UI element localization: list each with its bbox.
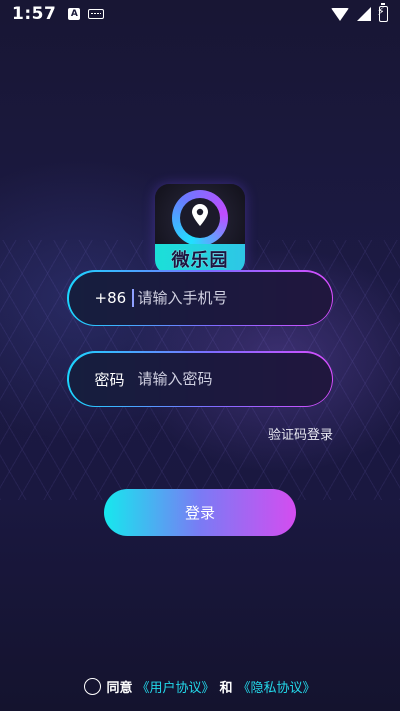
logo-text: 微乐园: [171, 250, 229, 271]
location-pin-icon: [192, 204, 208, 226]
notification-a-icon: A: [68, 8, 81, 20]
cell-signal-icon: [357, 7, 371, 21]
status-time: 1:57: [12, 4, 57, 24]
phone-input[interactable]: [137, 283, 332, 313]
user-agreement-link[interactable]: 《用户协议》: [136, 677, 214, 696]
wifi-icon: [331, 7, 349, 21]
agree-text: 同意: [106, 680, 133, 696]
agree-radio[interactable]: [84, 677, 102, 695]
privacy-policy-link[interactable]: 《隐私协议》: [238, 677, 316, 696]
text-caret: [132, 289, 134, 307]
password-field-inner: 密码: [68, 352, 332, 406]
battery-charging-icon: [377, 3, 388, 22]
sms-code-login-link[interactable]: 验证码登录: [268, 424, 333, 443]
status-right-icons: [331, 3, 388, 22]
phone-field: +86: [67, 270, 333, 326]
password-label: 密码: [94, 370, 125, 389]
status-bar: 1:57 A: [0, 0, 400, 28]
agreement-row: 同意 《用户协议》 和 《隐私协议》: [0, 676, 400, 696]
and-text: 和: [219, 680, 233, 696]
phone-field-inner: +86: [68, 271, 332, 325]
keyboard-icon: [88, 9, 105, 19]
app-logo: 微乐园: [155, 184, 245, 274]
password-field: 密码: [67, 351, 333, 407]
login-button[interactable]: 登录: [104, 489, 296, 536]
password-input[interactable]: [137, 364, 332, 394]
status-left-icons: A: [68, 8, 105, 20]
country-code[interactable]: +86: [95, 289, 133, 307]
